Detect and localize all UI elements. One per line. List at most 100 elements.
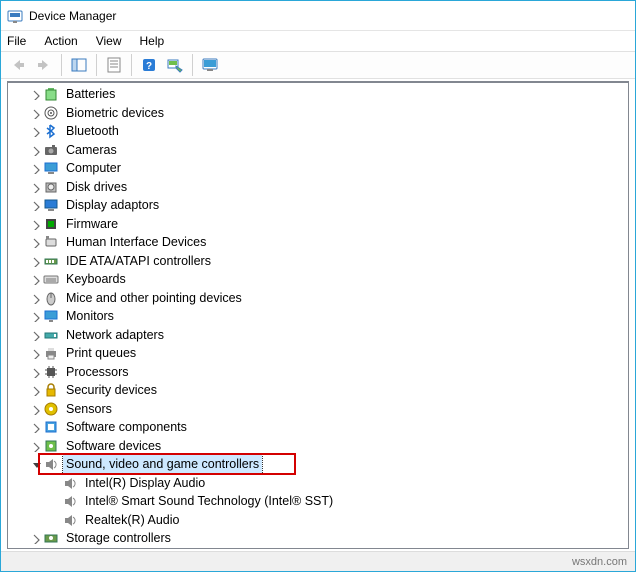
tree-item[interactable]: Biometric devices	[8, 104, 628, 123]
tree-item[interactable]: Network adapters	[8, 326, 628, 345]
tree-item[interactable]: Mice and other pointing devices	[8, 289, 628, 308]
biometric-icon	[43, 105, 59, 121]
tree-item-label: Bluetooth	[63, 121, 122, 141]
expand-icon[interactable]	[27, 308, 43, 324]
tree-item[interactable]: Realtek(R) Audio	[8, 511, 628, 530]
tree-item[interactable]: Batteries	[8, 85, 628, 104]
tree-item-label: Sound, video and game controllers	[63, 454, 262, 474]
tree-item[interactable]: Sound, video and game controllers	[8, 455, 628, 474]
statusbar: wsxdn.com	[1, 551, 635, 571]
tree-item[interactable]: Intel(R) Display Audio	[8, 474, 628, 493]
forward-button[interactable]	[31, 53, 57, 77]
expand-icon[interactable]	[27, 197, 43, 213]
expand-icon[interactable]	[27, 271, 43, 287]
back-button[interactable]	[5, 53, 31, 77]
menu-view[interactable]: View	[96, 34, 122, 48]
sensor-icon	[43, 401, 59, 417]
tree-item[interactable]: Print queues	[8, 344, 628, 363]
expand-icon[interactable]	[27, 290, 43, 306]
tree-item[interactable]: Intel® Smart Sound Technology (Intel® SS…	[8, 492, 628, 511]
tree-item[interactable]: Software components	[8, 418, 628, 437]
tree-item[interactable]: IDE ATA/ATAPI controllers	[8, 252, 628, 271]
tree-item[interactable]: Keyboards	[8, 270, 628, 289]
monitor-icon	[43, 308, 59, 324]
security-icon	[43, 382, 59, 398]
tree-item-label: Computer	[63, 158, 124, 178]
tree-item-label: Monitors	[63, 306, 117, 326]
expand-icon[interactable]	[27, 364, 43, 380]
tree-item-label: Sensors	[63, 399, 115, 419]
tree-item[interactable]: Computer	[8, 159, 628, 178]
expand-icon[interactable]	[27, 216, 43, 232]
monitor-button[interactable]	[197, 53, 223, 77]
expand-icon[interactable]	[27, 438, 43, 454]
keyboard-icon	[43, 271, 59, 287]
help-button[interactable]: ?	[136, 53, 162, 77]
toolbar-separator	[61, 54, 62, 76]
expand-icon[interactable]	[27, 419, 43, 435]
tree-item-label: System devices	[63, 547, 157, 548]
expand-icon[interactable]	[27, 105, 43, 121]
tree-item[interactable]: Firmware	[8, 215, 628, 234]
tree-item-label: Cameras	[63, 140, 120, 160]
tree-item-label: Realtek(R) Audio	[82, 510, 183, 530]
expand-icon[interactable]	[27, 382, 43, 398]
expand-icon[interactable]	[27, 253, 43, 269]
tree-item-label: Storage controllers	[63, 528, 174, 548]
sound-icon	[62, 493, 78, 509]
tree-item[interactable]: Security devices	[8, 381, 628, 400]
svg-text:?: ?	[146, 61, 152, 72]
tree-item-label: Intel(R) Display Audio	[82, 473, 208, 493]
sound-icon	[62, 512, 78, 528]
expand-icon[interactable]	[27, 530, 43, 546]
expand-spacer	[46, 475, 62, 491]
menu-help[interactable]: Help	[140, 34, 165, 48]
arrow-right-icon	[36, 57, 52, 73]
tree-item[interactable]: Display adaptors	[8, 196, 628, 215]
titlebar: Device Manager	[1, 1, 635, 31]
tree-item[interactable]: Cameras	[8, 141, 628, 160]
menu-file[interactable]: File	[7, 34, 26, 48]
menubar: File Action View Help	[1, 31, 635, 51]
scan-hardware-button[interactable]	[162, 53, 188, 77]
help-icon: ?	[141, 57, 157, 73]
collapse-icon[interactable]	[27, 456, 43, 472]
menu-action[interactable]: Action	[44, 34, 77, 48]
expand-icon[interactable]	[27, 401, 43, 417]
toolbar: ?	[1, 51, 635, 79]
device-tree[interactable]: BatteriesBiometric devicesBluetoothCamer…	[8, 83, 628, 548]
swdev-icon	[43, 438, 59, 454]
tree-item-label: Print queues	[63, 343, 139, 363]
expand-icon[interactable]	[27, 234, 43, 250]
computer-icon	[43, 160, 59, 176]
tree-item-label: Human Interface Devices	[63, 232, 209, 252]
tree-item[interactable]: Human Interface Devices	[8, 233, 628, 252]
tree-item-label: Disk drives	[63, 177, 130, 197]
tree-item[interactable]: Sensors	[8, 400, 628, 419]
arrow-left-icon	[10, 57, 26, 73]
tree-pane: BatteriesBiometric devicesBluetoothCamer…	[7, 81, 629, 549]
tree-item-label: Security devices	[63, 380, 160, 400]
expand-icon[interactable]	[27, 179, 43, 195]
tree-item[interactable]: Software devices	[8, 437, 628, 456]
show-hide-console-tree-button[interactable]	[66, 53, 92, 77]
expand-icon[interactable]	[27, 142, 43, 158]
properties-icon	[106, 57, 122, 73]
properties-button[interactable]	[101, 53, 127, 77]
tree-item-label: Keyboards	[63, 269, 129, 289]
network-icon	[43, 327, 59, 343]
expand-icon[interactable]	[27, 345, 43, 361]
tree-item-label: Firmware	[63, 214, 121, 234]
tree-item[interactable]: Processors	[8, 363, 628, 382]
tree-item[interactable]: Monitors	[8, 307, 628, 326]
expand-icon[interactable]	[27, 123, 43, 139]
expand-icon[interactable]	[27, 327, 43, 343]
expand-icon[interactable]	[27, 160, 43, 176]
expand-icon[interactable]	[27, 86, 43, 102]
tree-item[interactable]: Disk drives	[8, 178, 628, 197]
tree-item-label: Display adaptors	[63, 195, 162, 215]
panel-icon	[71, 57, 87, 73]
tree-item[interactable]: System devices	[8, 548, 628, 549]
tree-item[interactable]: Bluetooth	[8, 122, 628, 141]
tree-item[interactable]: Storage controllers	[8, 529, 628, 548]
